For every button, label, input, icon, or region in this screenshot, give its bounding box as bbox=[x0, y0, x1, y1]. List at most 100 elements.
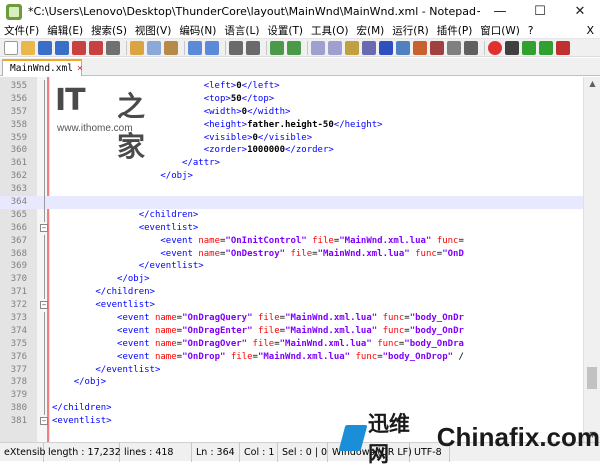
menu-view[interactable]: 视图(V) bbox=[131, 23, 175, 38]
record-macro-icon[interactable] bbox=[488, 40, 502, 55]
code-text[interactable]: <event name="OnInitControl" file="MainWn… bbox=[52, 235, 583, 248]
menu-run[interactable]: 运行(R) bbox=[388, 23, 433, 38]
stop-macro-icon[interactable] bbox=[505, 40, 519, 55]
menu-tools[interactable]: 工具(O) bbox=[307, 23, 352, 38]
code-text[interactable]: <event name="OnDragEnter" file="MainWnd.… bbox=[52, 325, 583, 338]
menu-encoding[interactable]: 编码(N) bbox=[175, 23, 220, 38]
fold-toggle-icon[interactable]: − bbox=[40, 301, 48, 310]
chinafix-cn-text: 迅维网 bbox=[367, 411, 410, 466]
code-line[interactable]: 361 </attr> bbox=[0, 157, 583, 171]
vertical-scrollbar[interactable]: ▲ ▼ bbox=[583, 77, 600, 442]
tab-mainwnd-xml[interactable]: MainWnd.xml × bbox=[2, 59, 83, 76]
sync-horizontal-icon[interactable] bbox=[328, 40, 342, 55]
undo-icon[interactable] bbox=[188, 40, 202, 55]
code-text[interactable]: <event name="OnDestroy" file="MainWnd.xm… bbox=[52, 248, 583, 261]
doc-map-icon[interactable] bbox=[413, 40, 427, 55]
menu-settings[interactable]: 设置(T) bbox=[263, 23, 307, 38]
code-text[interactable]: </obj> bbox=[52, 273, 583, 286]
code-line[interactable]: 364 bbox=[0, 196, 583, 210]
menu-edit[interactable]: 编辑(E) bbox=[43, 23, 87, 38]
zoom-in-icon[interactable] bbox=[270, 40, 284, 55]
fold-guide bbox=[44, 105, 45, 119]
code-line[interactable]: 369 </eventlist> bbox=[0, 260, 583, 274]
code-line[interactable]: 379 bbox=[0, 389, 583, 403]
show-all-chars-icon[interactable] bbox=[362, 40, 376, 55]
indent-guide-icon[interactable] bbox=[379, 40, 393, 55]
code-text[interactable]: <eventlist> bbox=[52, 299, 583, 312]
fold-guide bbox=[44, 234, 45, 248]
code-line[interactable]: 362 </obj> bbox=[0, 170, 583, 184]
code-text[interactable]: </eventlist> bbox=[52, 364, 583, 377]
code-line[interactable]: 378 </obj> bbox=[0, 376, 583, 390]
redo-icon[interactable] bbox=[205, 40, 219, 55]
fold-toggle-icon[interactable]: − bbox=[40, 417, 48, 426]
line-number: 372 bbox=[10, 300, 27, 311]
code-line[interactable]: 376 <event name="OnDrop" file="MainWnd.x… bbox=[0, 350, 583, 364]
code-line[interactable]: 365 </children> bbox=[0, 208, 583, 222]
menu-help[interactable]: ? bbox=[524, 25, 538, 37]
code-line[interactable]: 374 <event name="OnDragEnter" file="Main… bbox=[0, 324, 583, 338]
minimize-button[interactable]: — bbox=[480, 0, 520, 23]
fold-guide bbox=[44, 196, 45, 210]
save-all-icon[interactable] bbox=[55, 40, 69, 55]
tab-close-icon[interactable]: × bbox=[77, 63, 83, 74]
close-file-icon[interactable] bbox=[72, 40, 86, 55]
code-line[interactable]: 366 − <eventlist> bbox=[0, 222, 583, 235]
monitoring-icon[interactable] bbox=[464, 40, 478, 55]
close-all-icon[interactable] bbox=[89, 40, 103, 55]
replace-icon[interactable] bbox=[246, 40, 260, 55]
word-wrap-icon[interactable] bbox=[345, 40, 359, 55]
zoom-out-icon[interactable] bbox=[287, 40, 301, 55]
code-text[interactable]: </eventlist> bbox=[52, 260, 583, 273]
menu-language[interactable]: 语言(L) bbox=[220, 23, 263, 38]
code-line[interactable]: 360 <zorder>1000000</zorder> bbox=[0, 144, 583, 158]
menu-plugins[interactable]: 插件(P) bbox=[433, 23, 477, 38]
new-file-icon[interactable] bbox=[4, 40, 18, 55]
code-text[interactable]: </children> bbox=[52, 286, 583, 299]
menu-macro[interactable]: 宏(M) bbox=[353, 23, 389, 38]
sync-vertical-icon[interactable] bbox=[311, 40, 325, 55]
code-line[interactable]: 368 <event name="OnDestroy" file="MainWn… bbox=[0, 247, 583, 261]
save-icon[interactable] bbox=[38, 40, 52, 55]
close-button[interactable]: ✕ bbox=[560, 0, 600, 23]
udl-icon[interactable] bbox=[396, 40, 410, 55]
line-number: 359 bbox=[10, 132, 27, 143]
close-document-button[interactable]: X bbox=[580, 24, 600, 37]
code-text[interactable]: </obj> bbox=[52, 170, 583, 183]
save-macro-icon[interactable] bbox=[556, 40, 570, 55]
code-line[interactable]: 363 bbox=[0, 183, 583, 197]
code-line[interactable]: 373 <event name="OnDragQuery" file="Main… bbox=[0, 312, 583, 326]
fold-toggle-icon[interactable]: − bbox=[40, 223, 48, 232]
paste-icon[interactable] bbox=[164, 40, 178, 55]
code-line[interactable]: 367 <event name="OnInitControl" file="Ma… bbox=[0, 234, 583, 248]
print-icon[interactable] bbox=[106, 40, 120, 55]
line-number: 377 bbox=[10, 364, 27, 375]
menu-file[interactable]: 文件(F) bbox=[0, 23, 43, 38]
maximize-button[interactable]: ☐ bbox=[520, 0, 560, 23]
code-text[interactable]: <event name="OnDragQuery" file="MainWnd.… bbox=[52, 312, 583, 325]
play-macro-multiple-icon[interactable] bbox=[539, 40, 553, 55]
menu-window[interactable]: 窗口(W) bbox=[476, 23, 524, 38]
scroll-thumb[interactable] bbox=[587, 367, 597, 389]
folder-workspace-icon[interactable] bbox=[447, 40, 461, 55]
code-line[interactable]: 370 </obj> bbox=[0, 273, 583, 287]
menu-search[interactable]: 搜索(S) bbox=[87, 23, 131, 38]
fold-guide bbox=[44, 80, 45, 93]
code-line[interactable]: 375 <event name="OnDragOver" file="MainW… bbox=[0, 337, 583, 351]
code-line[interactable]: 372 − <eventlist> bbox=[0, 299, 583, 312]
code-text[interactable]: <event name="OnDrop" file="MainWnd.xml.l… bbox=[52, 351, 583, 364]
fold-guide bbox=[44, 260, 45, 274]
code-text[interactable]: <eventlist> bbox=[52, 222, 583, 235]
code-line[interactable]: 377 </eventlist> bbox=[0, 363, 583, 377]
function-list-icon[interactable] bbox=[430, 40, 444, 55]
cut-icon[interactable] bbox=[130, 40, 144, 55]
code-text[interactable]: </obj> bbox=[52, 376, 583, 389]
open-file-icon[interactable] bbox=[21, 40, 35, 55]
code-text[interactable]: </children> bbox=[52, 209, 583, 222]
find-icon[interactable] bbox=[229, 40, 243, 55]
scroll-up-icon[interactable]: ▲ bbox=[584, 77, 600, 91]
copy-icon[interactable] bbox=[147, 40, 161, 55]
code-line[interactable]: 371 </children> bbox=[0, 286, 583, 300]
play-macro-icon[interactable] bbox=[522, 40, 536, 55]
code-text[interactable]: <event name="OnDragOver" file="MainWnd.x… bbox=[52, 338, 583, 351]
